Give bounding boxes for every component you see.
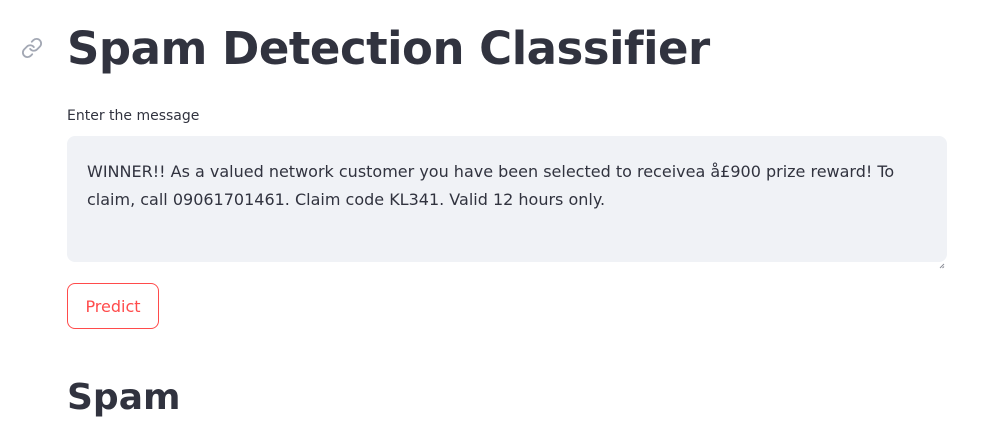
message-input[interactable]: WINNER!! As a valued network customer yo… bbox=[67, 136, 947, 262]
predict-button[interactable]: Predict bbox=[67, 283, 159, 329]
app-page: Spam Detection Classifier Enter the mess… bbox=[0, 0, 993, 430]
prediction-result: Spam bbox=[67, 377, 181, 418]
link-icon[interactable] bbox=[21, 37, 43, 59]
message-field-container: WINNER!! As a valued network customer yo… bbox=[67, 136, 947, 269]
resize-handle-icon[interactable] bbox=[939, 254, 945, 269]
message-field-label: Enter the message bbox=[67, 108, 200, 124]
page-title: Spam Detection Classifier bbox=[67, 22, 710, 75]
